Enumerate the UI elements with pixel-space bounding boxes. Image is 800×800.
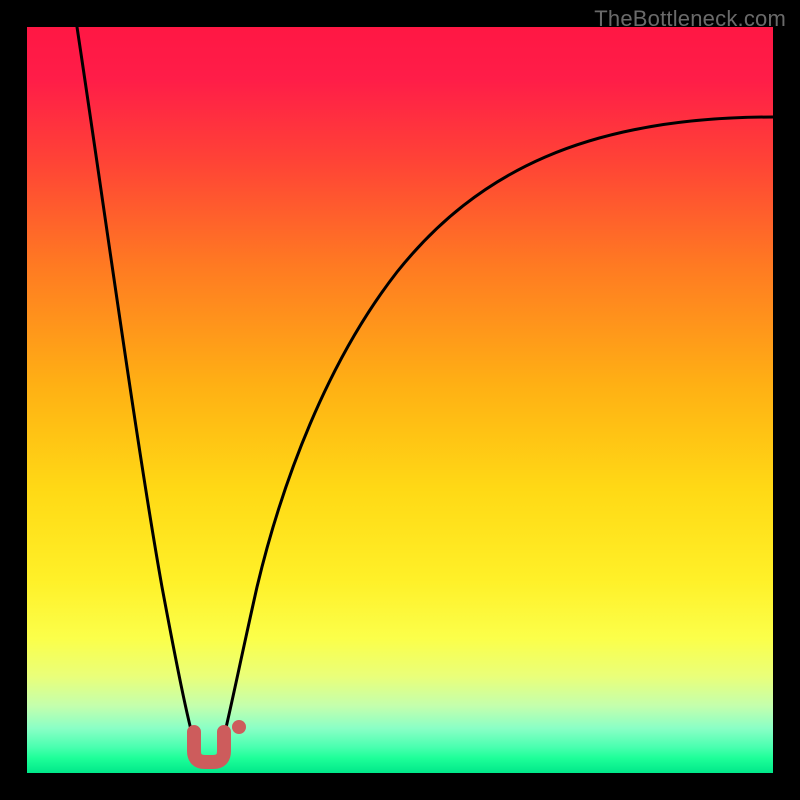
chart-frame: TheBottleneck.com (0, 0, 800, 800)
highlight-marks (27, 27, 773, 773)
plot-area (27, 27, 773, 773)
watermark-text: TheBottleneck.com (594, 6, 786, 32)
